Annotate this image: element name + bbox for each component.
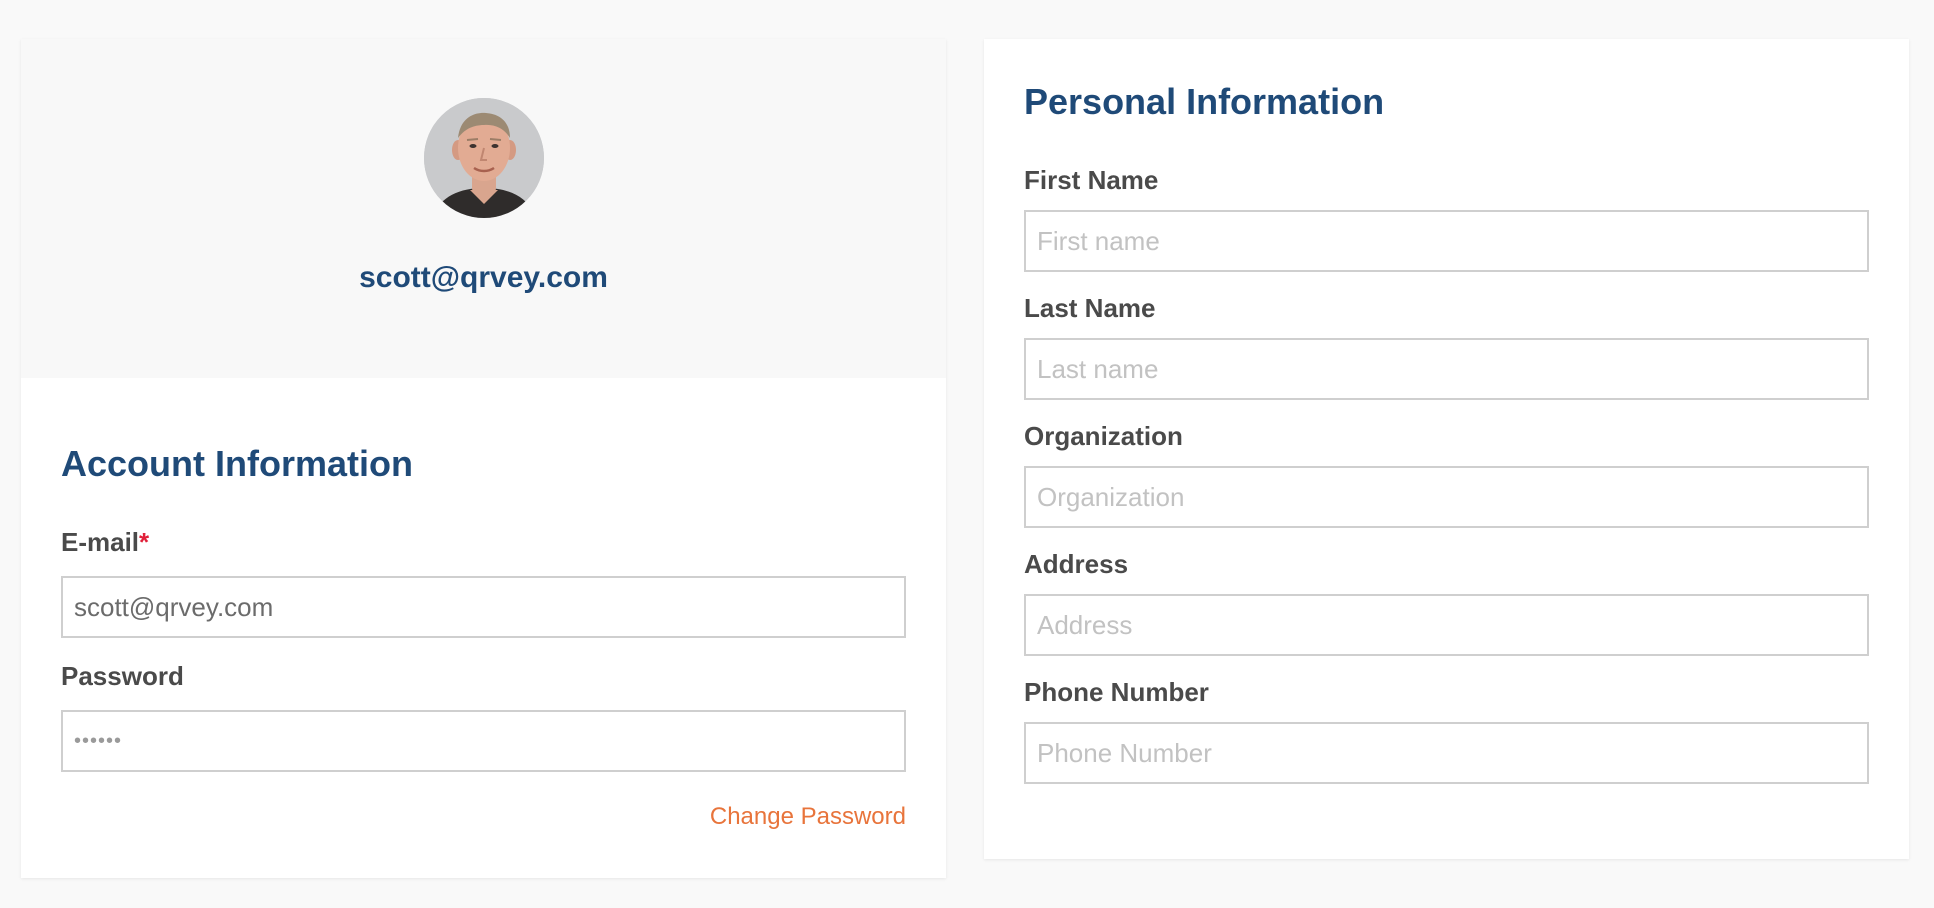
last-name-input[interactable] xyxy=(1024,338,1869,400)
password-input[interactable] xyxy=(61,710,906,772)
avatar-photo xyxy=(424,98,544,218)
first-name-label: First Name xyxy=(1024,165,1159,195)
personal-information-card: Personal Information First Name Last Nam… xyxy=(984,39,1909,859)
email-label-text: E-mail xyxy=(61,527,140,557)
personal-information-title: Personal Information xyxy=(1024,81,1385,122)
first-name-input[interactable] xyxy=(1024,210,1869,272)
account-card: scott@qrvey.com Account Information E-ma… xyxy=(21,39,946,878)
organization-input[interactable] xyxy=(1024,466,1869,528)
change-password-link[interactable]: Change Password xyxy=(710,802,906,832)
phone-number-label: Phone Number xyxy=(1024,677,1209,707)
last-name-label: Last Name xyxy=(1024,293,1156,323)
avatar xyxy=(424,98,544,218)
organization-label: Organization xyxy=(1024,421,1183,451)
email-label: E-mail* xyxy=(61,526,149,558)
password-label: Password xyxy=(61,661,184,691)
phone-number-input[interactable] xyxy=(1024,722,1869,784)
address-input[interactable] xyxy=(1024,594,1869,656)
address-label: Address xyxy=(1024,549,1129,579)
email-input[interactable] xyxy=(61,576,906,638)
profile-header: scott@qrvey.com xyxy=(21,39,946,378)
profile-email: scott@qrvey.com xyxy=(359,261,608,294)
account-information-title: Account Information xyxy=(61,443,413,484)
required-asterisk: * xyxy=(139,527,150,557)
